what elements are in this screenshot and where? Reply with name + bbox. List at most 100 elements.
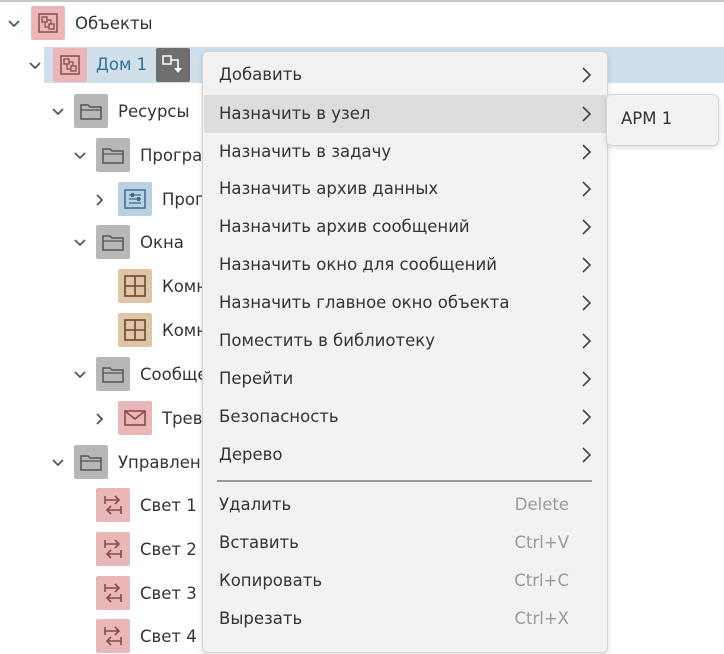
menu-separator [217,480,592,482]
chevron-right-icon [580,181,592,197]
chevron-down-icon[interactable] [72,367,88,383]
objects-icon [53,48,87,82]
chevron-right-icon [580,67,592,83]
menu-item-label: Назначить в задачу [219,142,392,161]
menu-item-shortcut: Ctrl+V [514,533,569,552]
chevron-right-icon [580,219,592,235]
folder-icon [74,94,108,128]
tree-item-label: Ресурсы [118,102,190,121]
submenu-assign-to-node: АРМ 1 [606,94,719,146]
folder-icon [96,357,130,391]
chevron-right-icon [580,447,592,463]
tree-item-room-1[interactable]: Комн [0,268,207,304]
menu-item-label: Назначить окно для сообщений [219,255,497,274]
menu-item-add[interactable]: Добавить [204,56,606,94]
tree-item-label: Свет 3 [140,584,197,603]
tree-item-label: Окна [140,233,184,252]
switch-icon [96,619,130,653]
context-menu: Добавить Назначить в узел Назначить в за… [202,51,608,653]
chevron-down-icon[interactable] [72,148,88,164]
menu-item-assign-data-archive[interactable]: Назначить архив данных [204,170,606,208]
menu-item-shortcut: Ctrl+X [514,609,570,628]
menu-item-label: Добавить [219,65,303,84]
menu-item-label: Копировать [219,571,323,590]
window-icon [118,313,152,347]
menu-item-place-in-library[interactable]: Поместить в библиотеку [204,322,606,360]
switch-icon [96,532,130,566]
tree-item-resources[interactable]: Ресурсы [0,93,200,129]
chevron-down-icon[interactable] [72,235,88,251]
menu-item-label: Дерево [219,445,283,464]
tree-item-label: Сообще [140,365,208,384]
menu-item-copy[interactable]: Копировать Ctrl+C [204,562,606,600]
menu-item-tree[interactable]: Дерево [204,436,606,474]
menu-item-security[interactable]: Безопасность [204,398,606,436]
menu-item-go-to[interactable]: Перейти [204,360,606,398]
menu-item-label: Назначить архив сообщений [219,217,470,236]
menu-item-assign-message-window[interactable]: Назначить окно для сообщений [204,246,606,284]
envelope-icon [118,401,152,435]
submenu-item-arm-1[interactable]: АРМ 1 [621,109,672,129]
chevron-right-icon [580,333,592,349]
tree-item-label: Объекты [75,14,153,33]
tree-item-light-1[interactable]: Свет 1 [0,487,200,523]
menu-item-assign-to-task[interactable]: Назначить в задачу [204,133,606,171]
menu-item-label: Вставить [219,533,299,552]
chevron-down-icon[interactable] [50,104,66,120]
menu-item-label: Поместить в библиотеку [219,331,435,350]
chevron-down-icon[interactable] [27,58,43,74]
tree-item-label: Прог [162,190,204,209]
chevron-right-icon [580,371,592,387]
menu-item-label: Назначить в узел [219,104,371,123]
tree-item-program[interactable]: Прог [0,181,204,217]
tree-item-label: Свет 4 [140,627,197,646]
menu-item-delete[interactable]: Удалить Delete [204,486,606,524]
chevron-right-icon [580,295,592,311]
tree-item-light-4[interactable]: Свет 4 [0,618,200,654]
folder-icon [96,225,130,259]
tree-item-programs[interactable]: Програ [0,137,203,173]
tree-item-control[interactable]: Управлени [0,444,211,480]
chevron-right-icon [580,409,592,425]
chevron-right-icon [580,144,592,160]
tree-item-label: Комн [162,321,208,340]
tree-item-label: Трев [162,409,203,428]
chevron-right-icon [580,257,592,273]
assign-node-icon[interactable] [156,48,190,82]
chevron-down-icon[interactable] [6,16,22,32]
chevron-right-icon[interactable] [92,411,108,427]
switch-icon [96,488,130,522]
tree-item-messages[interactable]: Сообще [0,356,208,392]
menu-item-assign-main-window[interactable]: Назначить главное окно объекта [204,284,606,322]
window-icon [118,269,152,303]
chevron-down-icon[interactable] [50,455,66,471]
menu-item-shortcut: Ctrl+C [514,571,569,590]
menu-item-shortcut: Delete [514,495,569,514]
menu-item-label: Назначить главное окно объекта [219,293,510,312]
tree-item-light-2[interactable]: Свет 2 [0,531,200,567]
menu-item-label: Вырезать [219,609,303,628]
menu-item-label: Удалить [219,495,292,514]
folder-icon [74,445,108,479]
folder-icon [96,138,130,172]
tree-item-label: Свет 2 [140,540,197,559]
tree-item-alarm[interactable]: Трев [0,400,203,436]
tree-item-light-3[interactable]: Свет 3 [0,575,200,611]
tree-item-room-2[interactable]: Комн [0,312,207,348]
chevron-right-icon[interactable] [92,192,108,208]
tree-item-label: Комн [162,277,208,296]
menu-item-assign-message-archive[interactable]: Назначить архив сообщений [204,208,606,246]
menu-item-label: Перейти [219,369,294,388]
tree-item-label: Управлени [118,453,212,472]
tree-item-label: Програ [140,146,203,165]
program-icon [118,182,152,216]
menu-item-cut[interactable]: Вырезать Ctrl+X [204,600,606,638]
tree-item-label: Свет 1 [140,496,197,515]
menu-item-assign-to-node[interactable]: Назначить в узел [204,95,606,133]
chevron-right-icon [580,106,592,122]
switch-icon [96,576,130,610]
tree-item-windows[interactable]: Окна [0,224,200,260]
menu-item-label: Безопасность [219,407,339,426]
menu-item-paste[interactable]: Вставить Ctrl+V [204,524,606,562]
tree-item-objects[interactable]: Объекты [0,5,724,41]
